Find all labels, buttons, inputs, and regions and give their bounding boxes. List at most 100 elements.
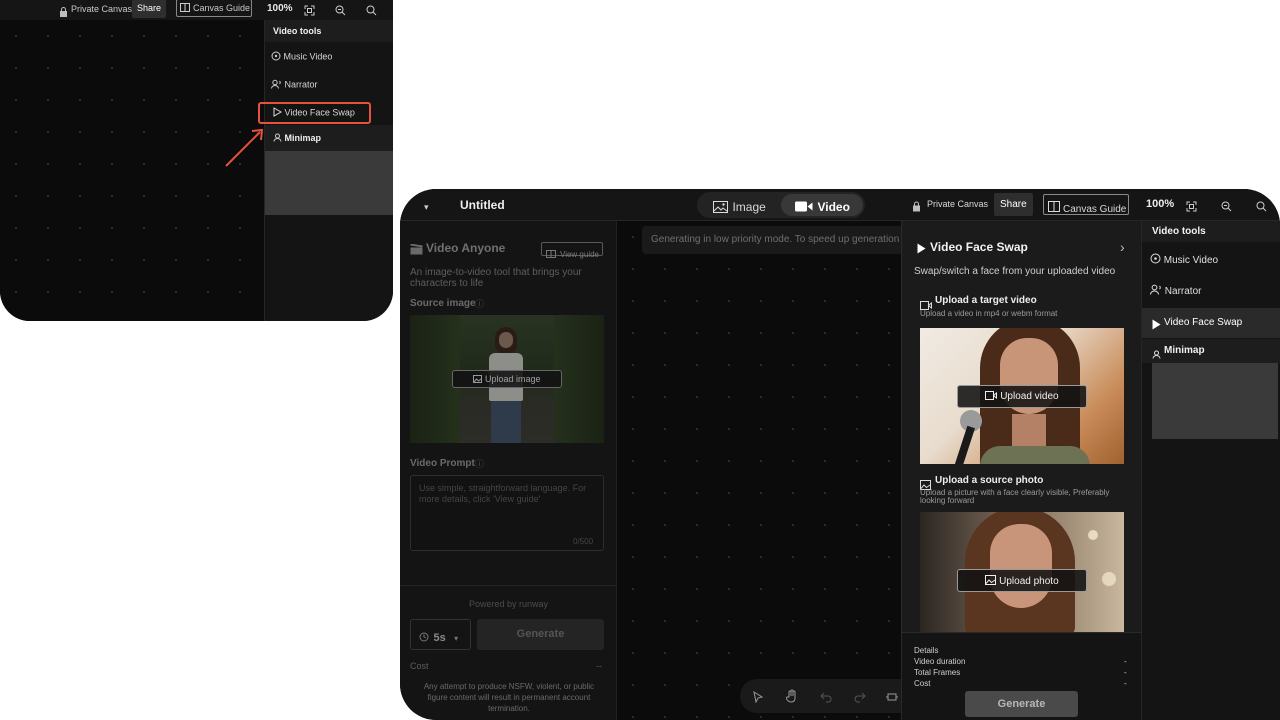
video-anyone-panel: Video Anyone View guide An image-to-vide… [400, 221, 617, 720]
panel-title: Video Anyone [426, 241, 506, 255]
target-video-preview: Upload video [920, 328, 1124, 464]
sidebar-item-narrator[interactable]: Narrator [1150, 284, 1201, 298]
sidebar-item-label: Music Video [1163, 255, 1219, 266]
nsfw-disclaimer: Any attempt to produce NSFW, violent, or… [423, 682, 595, 713]
zoom-in-icon[interactable] [366, 3, 377, 21]
zoom-in-icon[interactable] [1256, 199, 1267, 217]
info-icon: ⓘ [475, 299, 485, 309]
inset-top-bar: Private Canvas Share Canvas Guide 100% [0, 0, 393, 20]
inset-sidebar-item-narrator[interactable]: Narrator [271, 79, 318, 91]
upload-video-button[interactable]: Upload video [957, 385, 1087, 408]
minimap-header: Minimap [1142, 339, 1280, 363]
share-button[interactable]: Share [994, 193, 1033, 216]
tab-video[interactable]: Video [781, 194, 863, 216]
source-photo-preview: Upload photo [920, 512, 1124, 632]
face-swap-generate-button[interactable]: Generate [965, 691, 1078, 717]
book-icon [1048, 199, 1060, 217]
inset-canvas-guide-button[interactable]: Canvas Guide [176, 0, 252, 17]
sidebar-header: Video tools [1142, 221, 1280, 242]
left-generate-button[interactable]: Generate [477, 619, 604, 650]
bokeh-light [1102, 572, 1116, 586]
sidebar-item-video-face-swap[interactable]: Video Face Swap [1142, 308, 1280, 338]
microphone-handle [955, 425, 975, 464]
lock-icon [59, 4, 68, 17]
menu-chevron-icon[interactable]: ▾ [424, 202, 429, 213]
zoom-out-icon[interactable] [1221, 199, 1232, 217]
hand-pan-icon[interactable] [785, 689, 799, 708]
select-pointer-icon[interactable] [752, 690, 764, 708]
inset-minimap-label: Minimap [273, 133, 321, 144]
woman-face [499, 332, 513, 348]
face-swap-title: Video Face Swap [930, 240, 1028, 254]
video-duration-value: - [1124, 657, 1127, 666]
canvas-title[interactable]: Untitled [460, 198, 505, 212]
total-frames-value: - [1124, 668, 1127, 677]
inset-video-tools-sidebar: Video tools Music Video Narrator Video F… [264, 20, 393, 321]
zoom-level: 100% [1146, 198, 1175, 210]
music-disc-icon [271, 51, 281, 63]
canvas-toolbar [740, 679, 918, 713]
sidebar-item-label: Video Face Swap [1164, 317, 1243, 328]
source-image-label: Source image [410, 298, 476, 309]
portrait-top [980, 446, 1090, 464]
arrow-annotation-icon [225, 128, 264, 167]
minimap-label: Minimap [1164, 345, 1205, 356]
zoom-out-icon[interactable] [335, 3, 346, 21]
clapperboard-icon [410, 242, 423, 260]
minimap-icon [1152, 346, 1161, 364]
duration-select[interactable]: 5s ▾ [410, 619, 471, 650]
divider [400, 585, 617, 586]
fit-screen-icon[interactable] [1186, 199, 1197, 217]
inset-sidebar-header: Video tools [265, 20, 393, 42]
narrator-icon [271, 79, 282, 91]
info-icon: ⓘ [475, 459, 485, 469]
frame-tool-icon[interactable] [886, 690, 898, 708]
target-video-desc: Upload a video in mp4 or webm format [920, 309, 1058, 318]
minimap-viewport[interactable] [1152, 363, 1278, 439]
sidebar-item-label: Narrator [284, 79, 318, 90]
upload-photo-button[interactable]: Upload photo [957, 569, 1087, 592]
upload-image-button[interactable]: Upload image [452, 370, 562, 388]
canvas-guide-button[interactable]: Canvas Guide [1043, 194, 1129, 215]
bokeh-light [1088, 530, 1098, 540]
inset-minimap-viewport[interactable] [265, 151, 393, 215]
image-icon [713, 200, 728, 218]
total-frames-label: Total Frames [914, 668, 961, 677]
video-face-swap-panel: Video Face Swap › Swap/switch a face fro… [901, 221, 1142, 720]
video-prompt-input[interactable]: Use simple, straightforward language. Fo… [410, 475, 604, 551]
inset-minimap-header: Minimap [265, 125, 393, 151]
undo-icon[interactable] [820, 690, 832, 708]
music-disc-icon [1150, 253, 1161, 267]
video-prompt-label: Video Prompt [410, 458, 475, 469]
face-swap-details-footer: Details Video duration - Total Frames - … [902, 632, 1142, 720]
lock-icon [912, 199, 921, 217]
private-canvas-label: Private Canvas [927, 199, 989, 209]
canvas-area[interactable]: Generating in low priority mode. To spee… [617, 221, 918, 720]
image-icon [473, 375, 483, 385]
sidebar-item-label: Music Video [283, 51, 333, 62]
inset-share-button[interactable]: Share [132, 0, 167, 18]
source-photo-title: Upload a source photo [935, 475, 1044, 486]
low-priority-notice: Generating in low priority mode. To spee… [642, 226, 912, 254]
tab-image[interactable]: Image [701, 194, 777, 216]
inset-canvas-area[interactable] [0, 20, 264, 321]
minimap-icon [273, 133, 282, 144]
cost-label: Cost [410, 661, 429, 671]
face-swap-subtitle: Swap/switch a face from your uploaded vi… [914, 266, 1116, 277]
inset-sidebar-item-music-video[interactable]: Music Video [271, 51, 332, 63]
book-icon [180, 3, 190, 14]
sidebar-item-music-video[interactable]: Music Video [1150, 253, 1218, 267]
chevron-right-icon[interactable]: › [1120, 239, 1125, 255]
fit-screen-icon[interactable] [304, 3, 315, 21]
canvas-guide-label: Canvas Guide [193, 3, 251, 13]
book-icon [546, 245, 556, 263]
cost-label: Cost [914, 679, 931, 688]
clock-icon [419, 629, 429, 647]
source-image-preview: Upload image [410, 315, 604, 443]
view-guide-button[interactable]: View guide [541, 242, 603, 259]
sidebar-item-label: Narrator [1164, 286, 1202, 297]
cost-value: - [1124, 679, 1127, 688]
redo-icon[interactable] [854, 690, 866, 708]
main-top-bar: ▾ Untitled Image Video Private Canvas Sh… [400, 189, 1280, 221]
narrator-icon [1150, 284, 1162, 298]
